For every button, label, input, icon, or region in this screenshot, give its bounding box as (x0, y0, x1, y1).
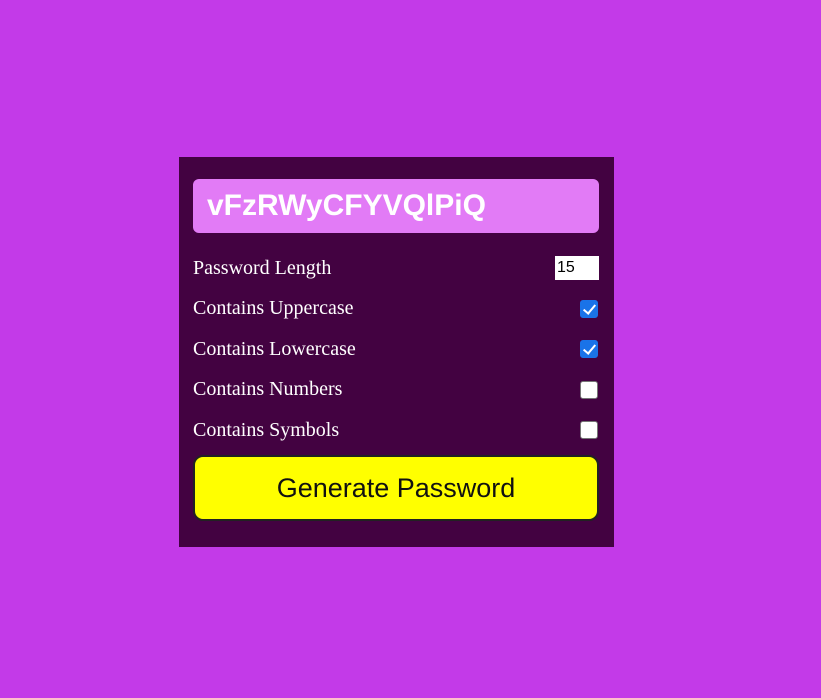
lowercase-checkbox[interactable] (580, 340, 598, 359)
lowercase-label: Contains Lowercase (193, 337, 356, 360)
symbols-label: Contains Symbols (193, 418, 340, 441)
symbols-checkbox[interactable] (580, 421, 598, 440)
password-length-label: Password Length (193, 256, 332, 279)
numbers-checkbox[interactable] (580, 380, 598, 399)
option-row-symbols: Contains Symbols (193, 410, 599, 451)
uppercase-checkbox[interactable] (580, 299, 598, 318)
option-row-length: Password Length (193, 248, 599, 289)
option-row-numbers: Contains Numbers (193, 370, 599, 411)
numbers-label: Contains Numbers (193, 378, 343, 401)
password-length-input[interactable] (555, 256, 599, 281)
option-row-uppercase: Contains Uppercase (193, 289, 599, 330)
password-output[interactable]: vFzRWyCFYVQlPiQ (193, 179, 599, 233)
option-row-lowercase: Contains Lowercase (193, 329, 599, 370)
password-generator-panel: vFzRWyCFYVQlPiQ Password Length Contains… (179, 157, 614, 547)
generate-password-button[interactable]: Generate Password (193, 454, 599, 521)
uppercase-label: Contains Uppercase (193, 297, 354, 320)
